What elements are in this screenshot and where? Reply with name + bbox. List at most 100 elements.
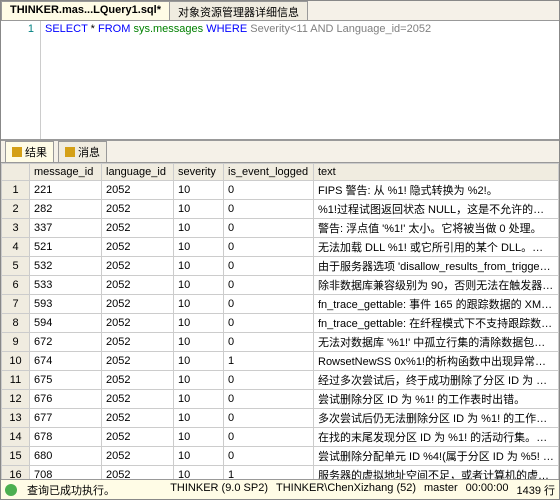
cell-text[interactable]: 无法对数据库 '%1!' 中孤立行集的清除数据包进行排队。某些磁盘空间可 [314,333,559,352]
table-row[interactable]: 12212052100FIPS 警告: 从 %1! 隐式转换为 %2!。 [2,181,559,200]
cell-is-event-logged[interactable]: 0 [224,390,314,409]
table-row[interactable]: 116752052100经过多次尝试后，终于成功删除了分区 ID 为 %1! 的… [2,371,559,390]
cell-language-id[interactable]: 2052 [102,219,174,238]
table-row[interactable]: 126762052100尝试删除分区 ID 为 %1! 的工作表时出错。 [2,390,559,409]
col-severity[interactable]: severity [174,164,224,181]
cell-severity[interactable]: 10 [174,333,224,352]
cell-severity[interactable]: 10 [174,181,224,200]
cell-text[interactable]: 经过多次尝试后，终于成功删除了分区 ID 为 %1! 的工作表。 [314,371,559,390]
table-row[interactable]: 33372052100警告: 浮点值 '%1!' 太小。它将被当做 0 处理。 [2,219,559,238]
sql-code[interactable]: SELECT * FROM sys.messages WHERE Severit… [41,21,559,139]
cell-severity[interactable]: 10 [174,238,224,257]
cell-is-event-logged[interactable]: 1 [224,352,314,371]
cell-is-event-logged[interactable]: 0 [224,314,314,333]
table-row[interactable]: 22822052100%1!过程试图返回状态 NULL，这是不允许的。将返回状态… [2,200,559,219]
cell-text[interactable]: 尝试删除分配单元 ID %4!(属于分区 ID 为 %5! 的工作表)时出错[%… [314,447,559,466]
cell-text[interactable]: 尝试删除分区 ID 为 %1! 的工作表时出错。 [314,390,559,409]
cell-message-id[interactable]: 708 [30,466,102,480]
col-language-id[interactable]: language_id [102,164,174,181]
cell-language-id[interactable]: 2052 [102,371,174,390]
cell-message-id[interactable]: 675 [30,371,102,390]
cell-severity[interactable]: 10 [174,314,224,333]
cell-text[interactable]: fn_trace_gettable: 事件 165 的跟踪数据的 XML 转换失… [314,295,559,314]
messages-tab[interactable]: 消息 [58,141,107,163]
cell-severity[interactable]: 10 [174,428,224,447]
table-row[interactable]: 156802052100尝试删除分配单元 ID %4!(属于分区 ID 为 %5… [2,447,559,466]
object-explorer-tab[interactable]: 对象资源管理器详细信息 [169,1,308,20]
cell-message-id[interactable]: 221 [30,181,102,200]
cell-is-event-logged[interactable]: 0 [224,428,314,447]
table-row[interactable]: 167082052101服务器的虚拟地址空间不足，或者计算机的虚拟内存不足。自启… [2,466,559,480]
cell-language-id[interactable]: 2052 [102,333,174,352]
cell-is-event-logged[interactable]: 0 [224,200,314,219]
cell-text[interactable]: fn_trace_gettable: 在纤程模式下不支持跟踪数据的 XML 会话… [314,314,559,333]
cell-language-id[interactable]: 2052 [102,257,174,276]
cell-message-id[interactable]: 594 [30,314,102,333]
cell-severity[interactable]: 10 [174,466,224,480]
table-row[interactable]: 146782052100在找的末尾发现分区 ID 为 %1! 的活动行集。此错误… [2,428,559,447]
cell-message-id[interactable]: 672 [30,333,102,352]
cell-severity[interactable]: 10 [174,352,224,371]
table-row[interactable]: 136772052100多次尝试后仍无法删除分区 ID 为 %1! 的工作表。工… [2,409,559,428]
cell-language-id[interactable]: 2052 [102,295,174,314]
cell-is-event-logged[interactable]: 0 [224,257,314,276]
cell-text[interactable]: FIPS 警告: 从 %1! 隐式转换为 %2!。 [314,181,559,200]
cell-text[interactable]: 多次尝试后仍无法删除分区 ID 为 %1! 的工作表。工作表已标记为要延迟 [314,409,559,428]
cell-message-id[interactable]: 676 [30,390,102,409]
cell-is-event-logged[interactable]: 0 [224,371,314,390]
cell-severity[interactable]: 10 [174,257,224,276]
cell-message-id[interactable]: 678 [30,428,102,447]
cell-text[interactable]: %1!过程试图返回状态 NULL，这是不允许的。将返回状态 0。 [314,200,559,219]
cell-message-id[interactable]: 677 [30,409,102,428]
cell-language-id[interactable]: 2052 [102,428,174,447]
cell-message-id[interactable]: 532 [30,257,102,276]
table-row[interactable]: 96722052100无法对数据库 '%1!' 中孤立行集的清除数据包进行排队。… [2,333,559,352]
col-text[interactable]: text [314,164,559,181]
cell-severity[interactable]: 10 [174,200,224,219]
cell-language-id[interactable]: 2052 [102,238,174,257]
cell-language-id[interactable]: 2052 [102,352,174,371]
cell-text[interactable]: 在找的末尾发现分区 ID 为 %1! 的活动行集。此错误可能意味着对异常的 [314,428,559,447]
cell-text[interactable]: 无法加载 DLL %1! 或它所引用的某个 DLL。原因: %2! 请确保安装了… [314,238,559,257]
cell-is-event-logged[interactable]: 0 [224,295,314,314]
cell-language-id[interactable]: 2052 [102,390,174,409]
cell-is-event-logged[interactable]: 0 [224,409,314,428]
table-row[interactable]: 45212052100无法加载 DLL %1! 或它所引用的某个 DLL。原因:… [2,238,559,257]
cell-language-id[interactable]: 2052 [102,181,174,200]
cell-severity[interactable]: 10 [174,390,224,409]
table-row[interactable]: 55322052100由于服务器选项 'disallow_results_fro… [2,257,559,276]
table-row[interactable]: 75932052100fn_trace_gettable: 事件 165 的跟踪… [2,295,559,314]
cell-text[interactable]: 除非数据库兼容级别为 90，否则无法在触发器执行期间将 XACT ABORT [314,276,559,295]
cell-message-id[interactable]: 593 [30,295,102,314]
cell-severity[interactable]: 10 [174,409,224,428]
cell-message-id[interactable]: 674 [30,352,102,371]
cell-is-event-logged[interactable]: 0 [224,333,314,352]
cell-is-event-logged[interactable]: 0 [224,238,314,257]
cell-language-id[interactable]: 2052 [102,409,174,428]
cell-message-id[interactable]: 282 [30,200,102,219]
col-message-id[interactable]: message_id [30,164,102,181]
file-tab[interactable]: THINKER.mas...LQuery1.sql* [1,1,170,20]
cell-severity[interactable]: 10 [174,447,224,466]
cell-text[interactable]: 服务器的虚拟地址空间不足，或者计算机的虚拟内存不足。自启动以来 [314,466,559,480]
cell-text[interactable]: 警告: 浮点值 '%1!' 太小。它将被当做 0 处理。 [314,219,559,238]
table-row[interactable]: 106742052101RowsetNewSS 0x%1!的析构函数中出现异常。… [2,352,559,371]
table-row[interactable]: 65332052100除非数据库兼容级别为 90，否则无法在触发器执行期间将 X… [2,276,559,295]
table-row[interactable]: 85942052100fn_trace_gettable: 在纤程模式下不支持跟… [2,314,559,333]
cell-message-id[interactable]: 680 [30,447,102,466]
cell-severity[interactable]: 10 [174,371,224,390]
cell-message-id[interactable]: 533 [30,276,102,295]
results-tab[interactable]: 结果 [5,141,54,163]
cell-message-id[interactable]: 521 [30,238,102,257]
cell-is-event-logged[interactable]: 0 [224,276,314,295]
cell-message-id[interactable]: 337 [30,219,102,238]
cell-text[interactable]: RowsetNewSS 0x%1!的析构函数中出现异常。此错误可能意味着 在释放 [314,352,559,371]
cell-language-id[interactable]: 2052 [102,466,174,480]
cell-language-id[interactable]: 2052 [102,447,174,466]
cell-language-id[interactable]: 2052 [102,276,174,295]
cell-language-id[interactable]: 2052 [102,314,174,333]
col-is-event-logged[interactable]: is_event_logged [224,164,314,181]
cell-is-event-logged[interactable]: 0 [224,219,314,238]
cell-language-id[interactable]: 2052 [102,200,174,219]
sql-editor[interactable]: 1 SELECT * FROM sys.messages WHERE Sever… [1,21,559,141]
